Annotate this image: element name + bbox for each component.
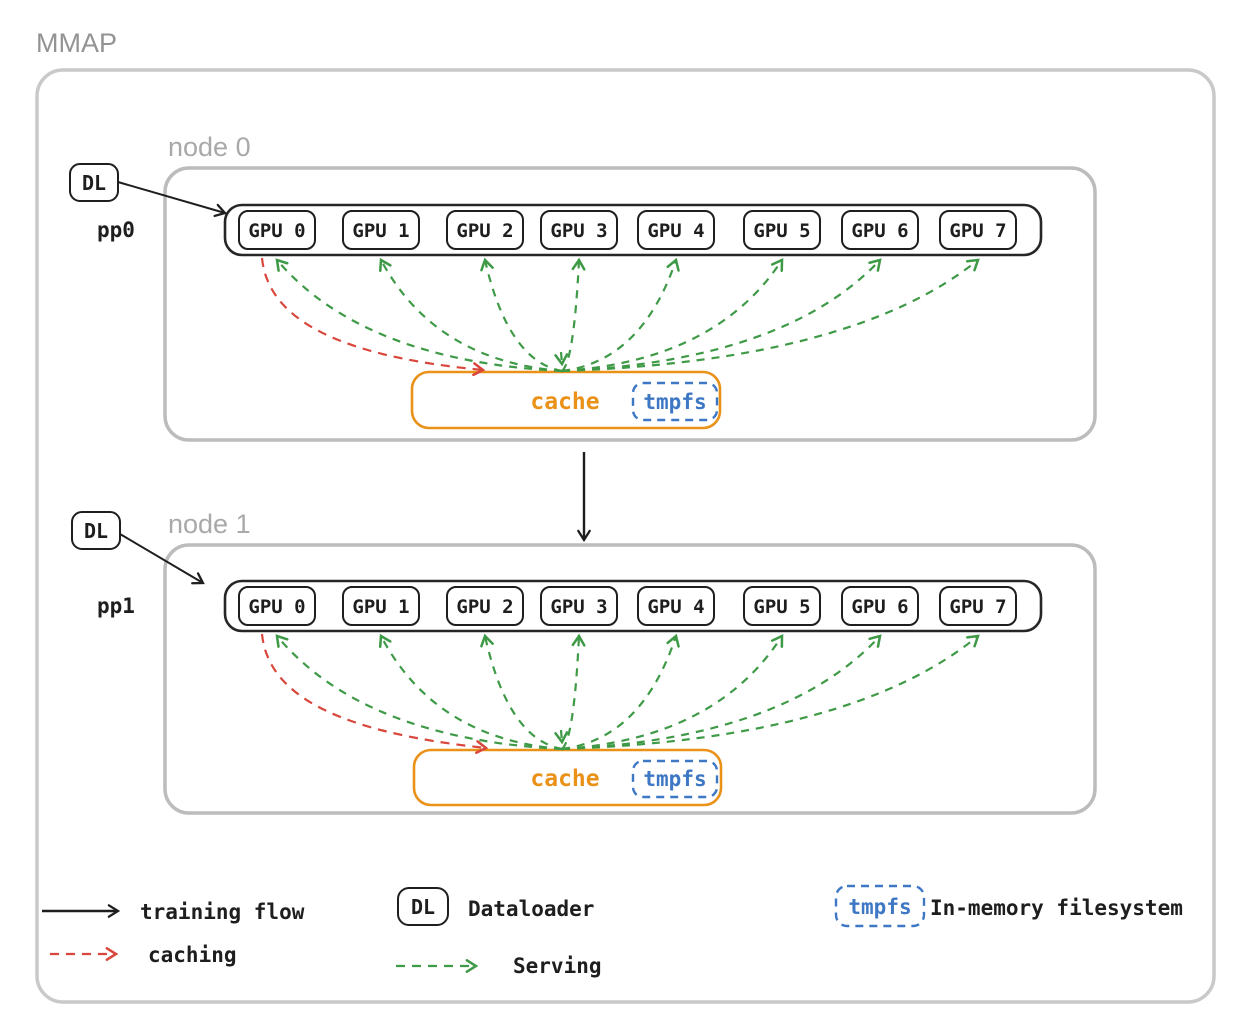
node-1: node 1 DL pp1 GPU 0 GPU 1 GPU 2 GPU 3 GP… bbox=[72, 509, 1095, 813]
node-1-gpu-2: GPU 2 bbox=[447, 587, 523, 625]
serving-arrow bbox=[562, 636, 579, 749]
serving-arrow bbox=[381, 260, 562, 371]
gpu-label: GPU 5 bbox=[753, 220, 810, 242]
gpu-label: GPU 5 bbox=[753, 596, 810, 618]
tmpfs-label: tmpfs bbox=[848, 895, 911, 919]
node-1-gpu-1: GPU 1 bbox=[343, 587, 419, 625]
gpu-label: GPU 2 bbox=[456, 596, 513, 618]
node-1-gpu-7: GPU 7 bbox=[940, 587, 1016, 625]
legend-caching-label: caching bbox=[148, 943, 237, 967]
node-1-gpu-6: GPU 6 bbox=[842, 587, 918, 625]
gpu-label: GPU 0 bbox=[248, 220, 305, 242]
serving-arrow bbox=[277, 636, 562, 749]
node-1-label: node 1 bbox=[168, 509, 251, 539]
node-1-cache: cache tmpfs bbox=[414, 750, 721, 805]
gpu-label: GPU 1 bbox=[352, 596, 409, 618]
serving-into-cache-arrow bbox=[561, 352, 562, 364]
gpu-label: GPU 7 bbox=[949, 220, 1006, 242]
serving-arrow bbox=[485, 260, 562, 371]
legend-tmpfs: tmpfs In-memory filesystem bbox=[836, 886, 1183, 926]
dataloader-label: DL bbox=[411, 895, 435, 919]
node-0-gpu-0: GPU 0 bbox=[239, 211, 315, 249]
serving-arrow bbox=[562, 260, 978, 371]
serving-arrow bbox=[485, 636, 562, 749]
gpu-label: GPU 3 bbox=[550, 596, 607, 618]
node-0-cache: cache tmpfs bbox=[412, 372, 720, 428]
cache-label: cache bbox=[530, 389, 599, 415]
gpu-label: GPU 1 bbox=[352, 220, 409, 242]
training-flow-arrow bbox=[120, 534, 203, 583]
node-0-pp-label: pp0 bbox=[97, 218, 135, 242]
serving-arrow bbox=[562, 260, 579, 371]
node-0: node 0 DL pp0 GPU 0 GPU 1 GPU 2 GPU 3 GP… bbox=[70, 132, 1095, 440]
node-1-gpu-5: GPU 5 bbox=[744, 587, 820, 625]
node-0-gpu-4: GPU 4 bbox=[638, 211, 714, 249]
serving-arrow bbox=[381, 636, 562, 749]
node-0-dataloader: DL bbox=[70, 164, 118, 201]
node-0-gpu-2: GPU 2 bbox=[447, 211, 523, 249]
serving-into-cache-arrow bbox=[561, 730, 562, 742]
dataloader-label: DL bbox=[82, 171, 106, 195]
tmpfs-label: tmpfs bbox=[643, 767, 706, 791]
serving-arrow bbox=[277, 260, 562, 371]
gpu-label: GPU 7 bbox=[949, 596, 1006, 618]
node-0-gpu-6: GPU 6 bbox=[842, 211, 918, 249]
node-0-gpu-3: GPU 3 bbox=[541, 211, 617, 249]
legend-serving-label: Serving bbox=[513, 954, 602, 978]
serving-arrow bbox=[562, 636, 782, 749]
gpu-label: GPU 6 bbox=[851, 220, 908, 242]
gpu-label: GPU 3 bbox=[550, 220, 607, 242]
serving-arrow bbox=[562, 260, 782, 371]
node-1-dataloader: DL bbox=[72, 512, 120, 549]
node-1-gpu-3: GPU 3 bbox=[541, 587, 617, 625]
caching-arrow bbox=[262, 258, 483, 370]
tmpfs-label: tmpfs bbox=[643, 390, 706, 414]
mmap-title: MMAP bbox=[36, 28, 117, 58]
gpu-label: GPU 2 bbox=[456, 220, 513, 242]
serving-arrow bbox=[562, 636, 676, 749]
caching-arrow bbox=[262, 634, 486, 748]
node-0-gpu-5: GPU 5 bbox=[744, 211, 820, 249]
node-1-gpu-0: GPU 0 bbox=[239, 587, 315, 625]
training-flow-arrow bbox=[118, 182, 225, 213]
serving-arrow bbox=[562, 636, 978, 749]
legend: training flow caching DL Dataloader Serv… bbox=[42, 886, 1183, 978]
dataloader-label: DL bbox=[84, 519, 108, 543]
node-1-gpu-4: GPU 4 bbox=[638, 587, 714, 625]
node-0-label: node 0 bbox=[168, 132, 251, 162]
cache-label: cache bbox=[530, 766, 599, 792]
diagram-canvas: MMAP node 0 DL pp0 GPU 0 GPU 1 GPU 2 GPU… bbox=[0, 0, 1242, 1026]
node-0-gpu-1: GPU 1 bbox=[343, 211, 419, 249]
legend-in-memory-label: In-memory filesystem bbox=[930, 896, 1183, 920]
node-0-gpu-7: GPU 7 bbox=[940, 211, 1016, 249]
legend-dataloader-label: Dataloader bbox=[468, 897, 594, 921]
legend-training-flow-label: training flow bbox=[140, 900, 305, 924]
gpu-label: GPU 6 bbox=[851, 596, 908, 618]
node-1-pp-label: pp1 bbox=[97, 594, 135, 618]
gpu-label: GPU 4 bbox=[647, 220, 704, 242]
gpu-label: GPU 0 bbox=[248, 596, 305, 618]
gpu-label: GPU 4 bbox=[647, 596, 704, 618]
legend-dataloader: DL Dataloader bbox=[398, 888, 594, 925]
